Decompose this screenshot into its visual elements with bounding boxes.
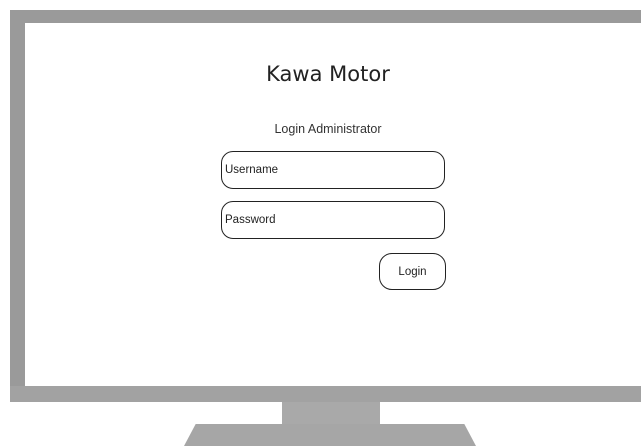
monitor-bezel-bottom	[10, 386, 641, 402]
password-input[interactable]	[222, 214, 444, 226]
password-field[interactable]	[221, 201, 445, 239]
monitor-stand-neck	[282, 402, 380, 424]
username-input[interactable]	[222, 164, 444, 176]
login-subtitle: Login Administrator	[274, 122, 382, 136]
username-field[interactable]	[221, 151, 445, 189]
monitor-mockup: Kawa Motor Login Administrator Login	[0, 0, 641, 446]
monitor-stand-base	[184, 424, 476, 446]
login-button[interactable]: Login	[379, 253, 446, 290]
app-title: Kawa Motor	[266, 62, 390, 86]
